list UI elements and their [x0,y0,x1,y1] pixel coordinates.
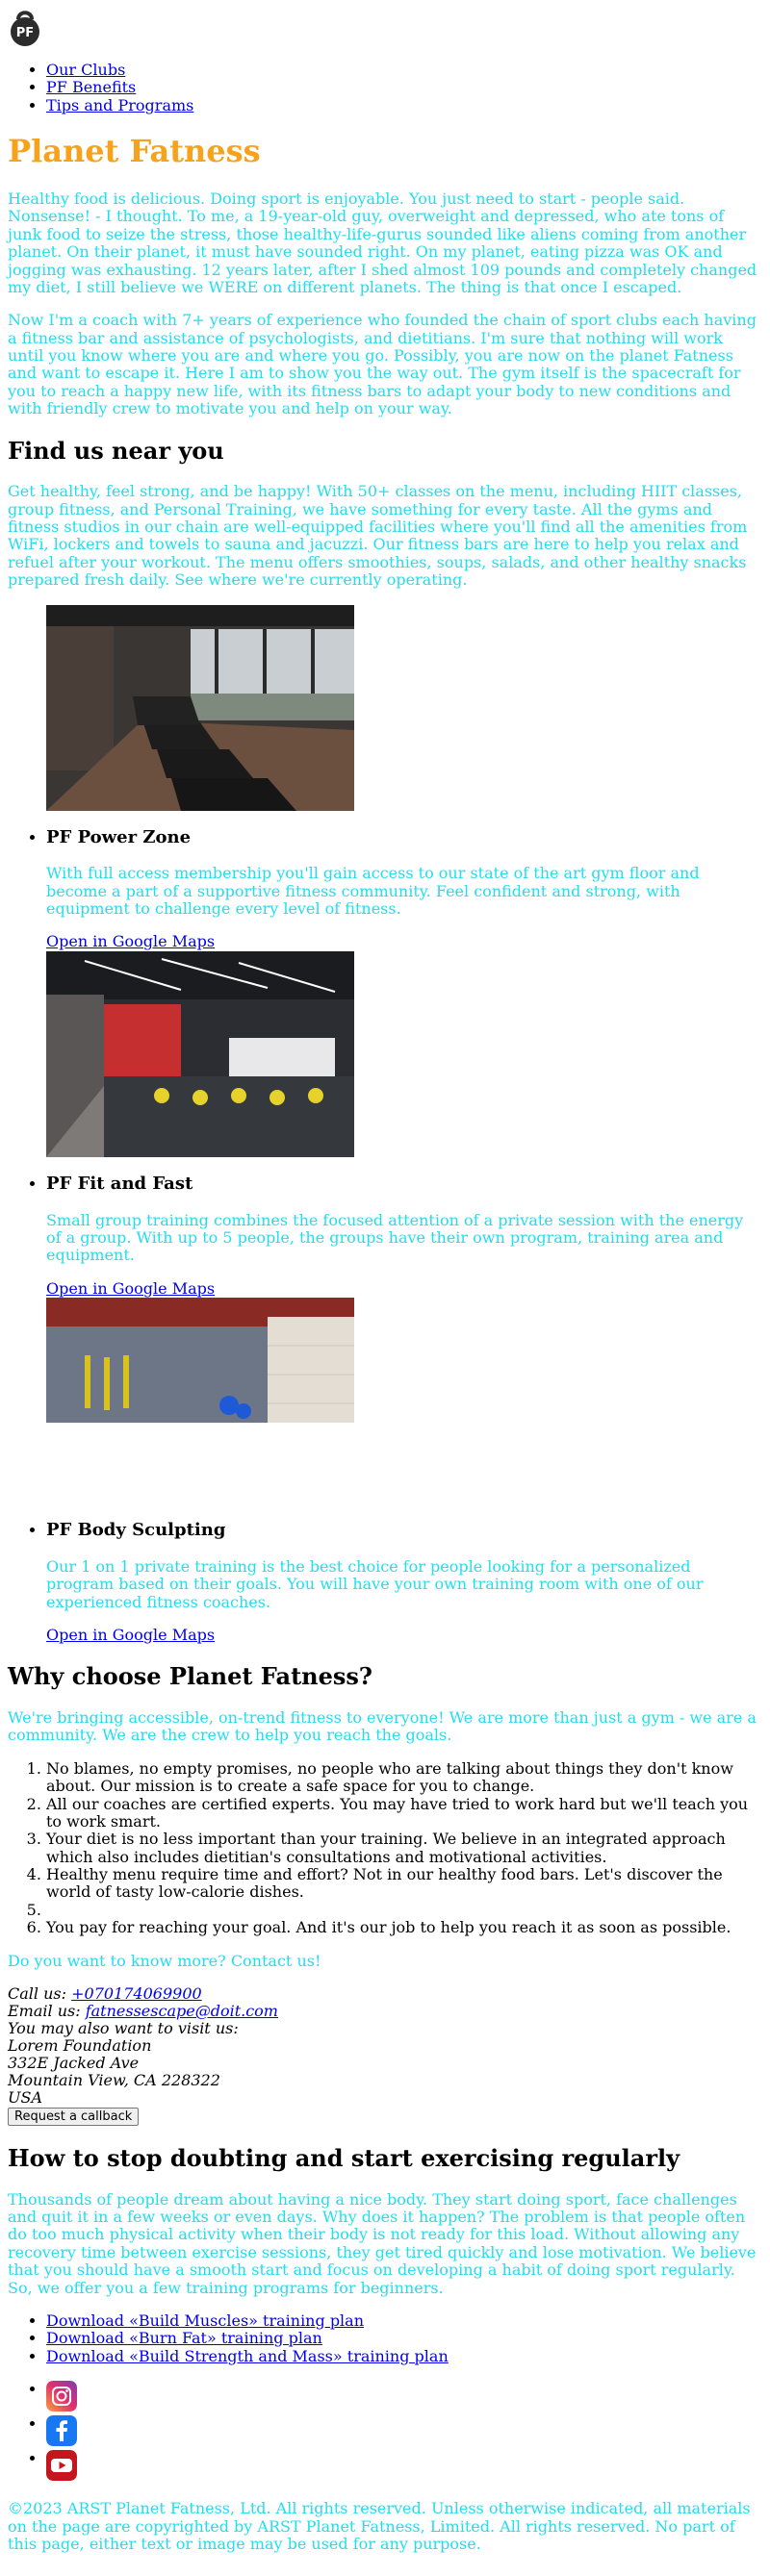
coach-paragraph: Now I'm a coach with 7+ years of experie… [8,311,757,418]
list-item: All our coaches are certified experts. Y… [46,1795,762,1831]
tips-intro: Thousands of people dream about having a… [8,2189,757,2297]
contact-block: Call us: +070174069900 Email us: fatness… [8,1985,762,2107]
google-maps-link[interactable]: Open in Google Maps [46,932,215,950]
list-item [46,2381,762,2415]
download-strength-mass-link[interactable]: Download «Build Strength and Mass» train… [46,2347,449,2365]
nav-item: Our Clubs [46,61,762,79]
phone-link[interactable]: +070174069900 [71,1984,202,2003]
google-maps-link[interactable]: Open in Google Maps [46,1626,215,1644]
page-title: Planet Fatness [8,133,261,170]
why-intro: We're bringing accessible, on-trend fitn… [8,1707,757,1745]
list-item [46,1902,762,1919]
address-line: Lorem Foundation [8,2036,152,2056]
copyright-footer: ©2023 ARST Planet Fatness, Ltd. All righ… [8,2499,751,2553]
instagram-icon[interactable] [46,2381,77,2412]
nav-item: PF Benefits [46,79,762,96]
youtube-icon[interactable] [46,2450,77,2482]
list-item: Download «Burn Fat» training plan [46,2330,762,2347]
gym-treadmills-photo [46,604,354,811]
find-us-heading: Find us near you [8,436,224,465]
club-description: Small group training combines the focuse… [46,1210,744,1265]
club-name: PF Power Zone [46,826,192,847]
intro-paragraph: Healthy food is delicious. Doing sport i… [8,189,757,296]
clubs-list: PF Power Zone With full access membershi… [8,604,762,1645]
email-link[interactable]: fatnessescape@doit.com [86,2002,278,2020]
nav-link-pf-benefits[interactable]: PF Benefits [46,78,136,96]
list-item: No blames, no empty promises, no people … [46,1759,762,1796]
address-line: Mountain View, CA 228322 [8,2071,220,2090]
call-label: Call us: [8,1984,67,2004]
reasons-list: No blames, no empty promises, no people … [8,1759,762,1937]
list-item: Download «Build Strength and Mass» train… [46,2347,762,2365]
kettlebell-logo-icon: PF [11,11,39,46]
downloads-list: Download «Build Muscles» training plan D… [8,2311,762,2365]
nav-link-tips-programs[interactable]: Tips and Programs [46,96,193,114]
club-item: PF Body Sculpting Our 1 on 1 private tra… [46,1298,762,1644]
list-item [46,2450,762,2485]
list-item [46,2415,762,2450]
social-links [8,2381,762,2485]
svg-text:PF: PF [16,26,34,40]
club-description: With full access membership you'll gain … [46,864,700,919]
list-item: Your diet is no less important than your… [46,1831,762,1866]
email-label: Email us: [8,2002,81,2021]
facebook-icon[interactable] [46,2415,77,2447]
nav-link-our-clubs[interactable]: Our Clubs [46,61,125,79]
find-us-intro: Get healthy, feel strong, and be happy! … [8,482,748,590]
visit-label: You may also want to visit us: [8,2019,239,2038]
club-description: Our 1 on 1 private training is the best … [46,1556,704,1611]
tips-heading: How to stop doubting and start exercisin… [8,2144,680,2173]
google-maps-link[interactable]: Open in Google Maps [46,1279,215,1298]
training-room-photo [46,1298,354,1504]
request-callback-button[interactable]: Request a callback [8,2108,140,2127]
why-heading: Why choose Planet Fatness? [8,1662,372,1691]
address-line: 332E Jacked Ave [8,2054,140,2073]
cycling-studio-photo [46,950,354,1157]
main-nav: Our Clubs PF Benefits Tips and Programs [8,61,762,114]
club-item: PF Power Zone With full access membershi… [46,604,762,951]
list-item: Download «Build Muscles» training plan [46,2311,762,2330]
address-line: USA [8,2088,42,2108]
list-item: You pay for reaching your goal. And it's… [46,1918,762,1936]
club-name: PF Body Sculpting [46,1520,226,1541]
download-burn-fat-link[interactable]: Download «Burn Fat» training plan [46,2329,322,2347]
club-item: PF Fit and Fast Small group training com… [46,950,762,1298]
contact-prompt: Do you want to know more? Contact us! [8,1951,321,1970]
download-build-muscles-link[interactable]: Download «Build Muscles» training plan [46,2311,364,2330]
nav-item: Tips and Programs [46,96,762,114]
list-item: Healthy menu require time and effort? No… [46,1865,762,1902]
club-name: PF Fit and Fast [46,1173,193,1194]
